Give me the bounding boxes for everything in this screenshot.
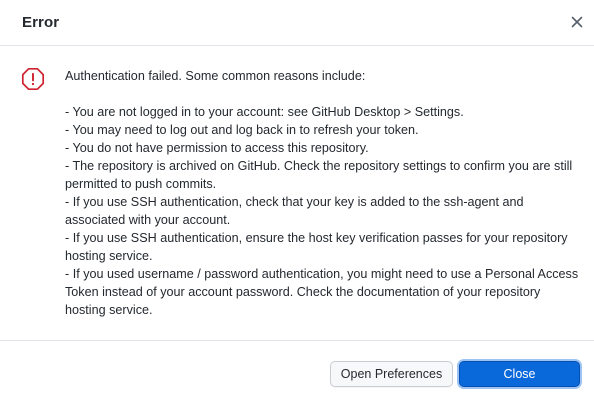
error-message: Authentication failed. Some common reaso… bbox=[65, 67, 580, 319]
dialog-header: Error bbox=[0, 0, 594, 46]
reason-item: - If you use SSH authentication, ensure … bbox=[65, 231, 568, 263]
reason-item: - If you used username / password authen… bbox=[65, 267, 579, 317]
dialog-footer: Open Preferences Close bbox=[0, 340, 594, 402]
error-dialog: Error Authentication failed. Some common… bbox=[0, 0, 594, 402]
close-icon[interactable] bbox=[568, 13, 586, 31]
dialog-body: Authentication failed. Some common reaso… bbox=[0, 46, 594, 341]
reason-item: - If you use SSH authentication, check t… bbox=[65, 195, 524, 227]
open-preferences-button[interactable]: Open Preferences bbox=[330, 361, 453, 387]
reason-item: - You may need to log out and log back i… bbox=[65, 123, 419, 137]
dialog-title: Error bbox=[22, 14, 60, 31]
reason-item: - You are not logged in to your account:… bbox=[65, 105, 464, 119]
reason-item: - You do not have permission to access t… bbox=[65, 141, 369, 155]
reason-item: - The repository is archived on GitHub. … bbox=[65, 159, 573, 191]
close-button[interactable]: Close bbox=[459, 361, 580, 387]
error-intro: Authentication failed. Some common reaso… bbox=[65, 69, 366, 83]
error-octagon-icon bbox=[21, 67, 45, 91]
